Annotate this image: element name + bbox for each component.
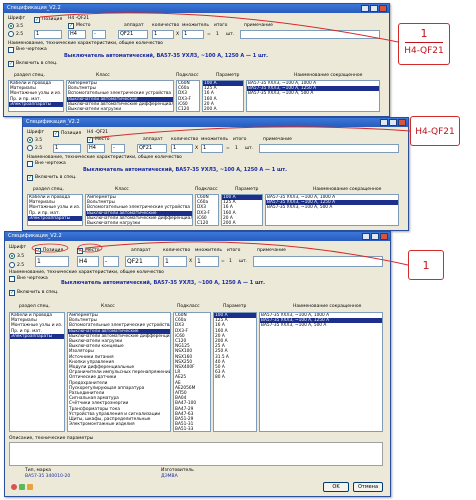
leader-line-3 [85, 241, 409, 266]
callout-leader-lines [31, 12, 411, 266]
leader-line-2 [91, 126, 411, 139]
leader-line-1 [39, 12, 399, 43]
highlight-ellipse-position [31, 243, 69, 253]
